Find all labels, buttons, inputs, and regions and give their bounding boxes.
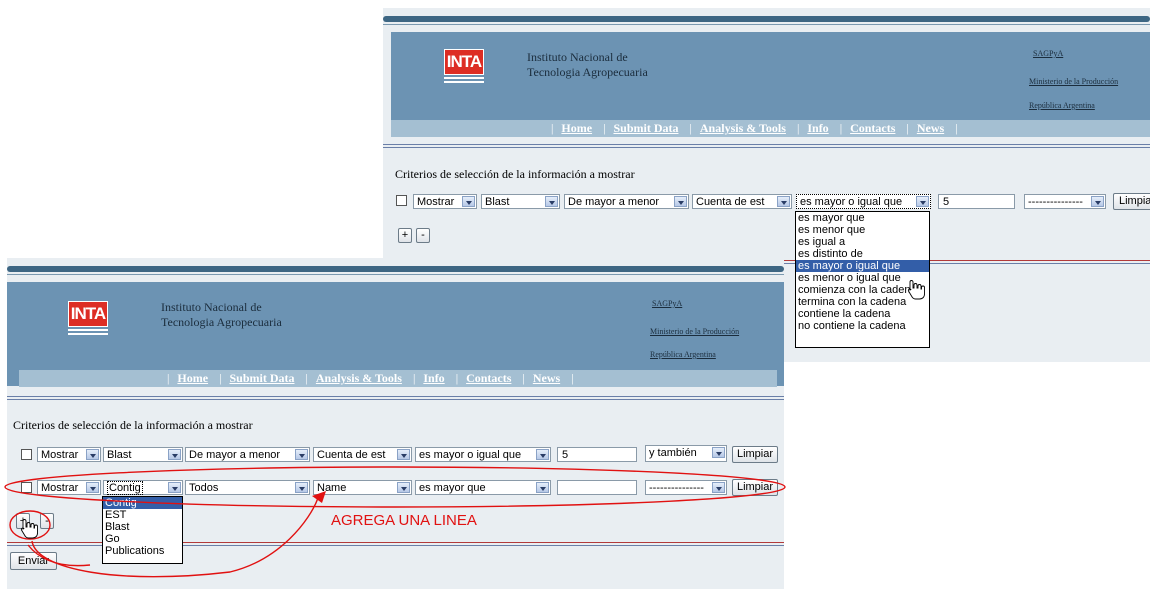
annotation-swirl <box>27 544 91 567</box>
highlight-row-ellipse <box>4 466 786 508</box>
annotation-label: AGREGA UNA LINEA <box>331 512 477 529</box>
hand-cursor-icon <box>20 519 38 539</box>
annotation-overlay <box>4 280 925 578</box>
annotation-arrowhead <box>312 491 326 503</box>
hand-cursor-icon <box>907 280 925 300</box>
